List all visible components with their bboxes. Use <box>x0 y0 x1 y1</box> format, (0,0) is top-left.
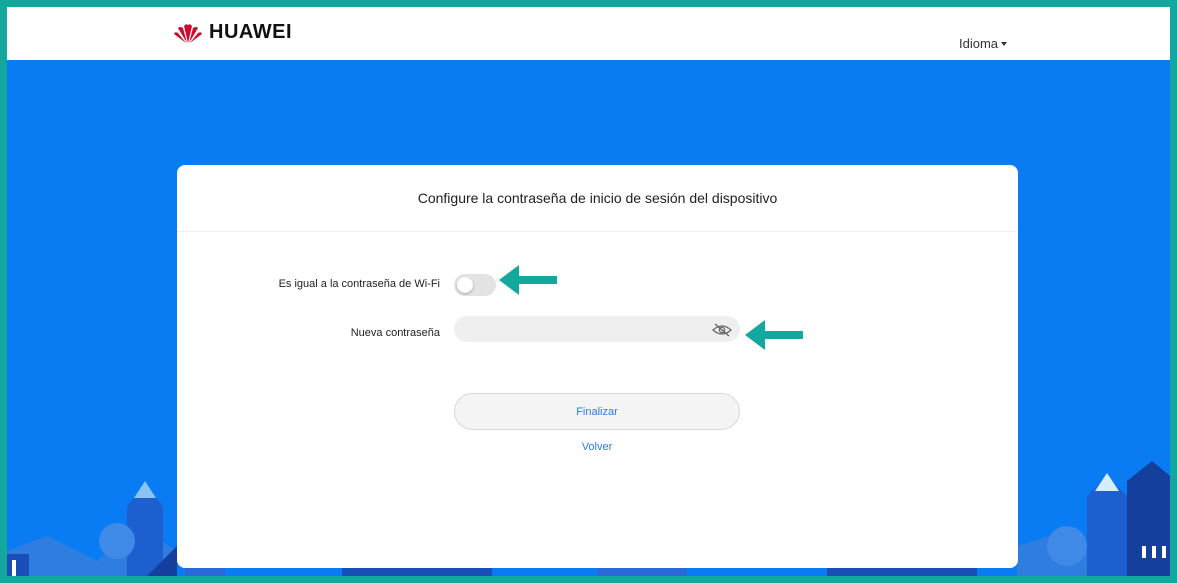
arrow-left-icon <box>499 265 557 295</box>
same-as-wifi-label: Es igual a la contraseña de Wi-Fi <box>278 278 440 290</box>
brand-name: HUAWEI <box>209 21 292 43</box>
card-divider <box>177 231 1018 232</box>
arrow-left-icon <box>745 320 803 350</box>
app-window: HUAWEI Idioma Configure la contraseña de… <box>0 0 1177 583</box>
back-link[interactable]: Volver <box>454 441 740 453</box>
huawei-logo-icon <box>174 23 202 43</box>
toggle-knob <box>457 277 473 293</box>
new-password-input[interactable] <box>454 316 740 342</box>
language-dropdown[interactable]: Idioma <box>959 36 1008 51</box>
language-label: Idioma <box>959 36 999 51</box>
top-bar: HUAWEI Idioma <box>7 7 1170 60</box>
card-title: Configure la contraseña de inicio de ses… <box>417 190 778 206</box>
password-setup-card: Configure la contraseña de inicio de ses… <box>177 165 1018 568</box>
chevron-down-icon <box>1001 41 1008 46</box>
huawei-logo[interactable]: HUAWEI <box>173 21 292 44</box>
finish-button[interactable]: Finalizar <box>454 393 740 430</box>
new-password-label: Nueva contraseña <box>350 327 440 339</box>
eye-hidden-icon[interactable] <box>712 323 732 337</box>
same-as-wifi-toggle[interactable] <box>454 274 496 296</box>
